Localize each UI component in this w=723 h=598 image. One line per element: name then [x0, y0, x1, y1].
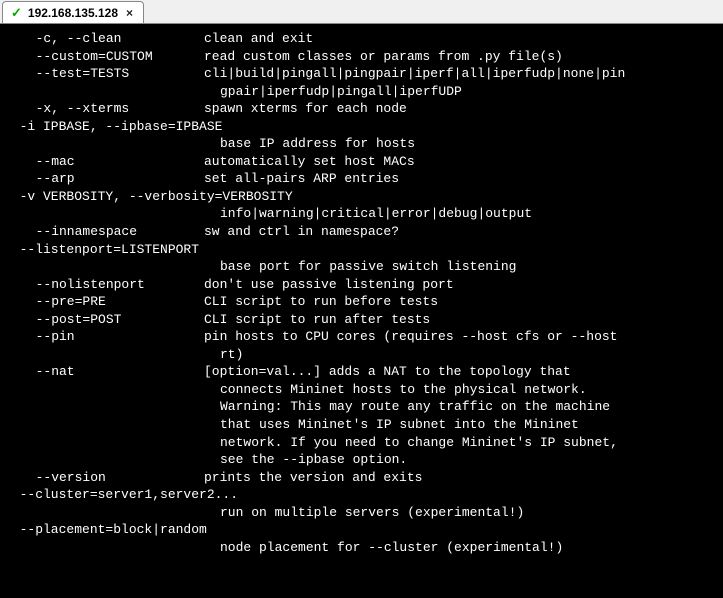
option-flag: --pin [4, 328, 204, 346]
option-description: clean and exit [204, 31, 313, 46]
option-description: network. If you need to change Mininet's… [220, 435, 618, 450]
option-flag: --arp [4, 170, 204, 188]
option-flag: --custom=CUSTOM [4, 48, 204, 66]
option-description: automatically set host MACs [204, 154, 415, 169]
option-description: gpair|iperfudp|pingall|iperfUDP [220, 84, 462, 99]
option-flag: --post=POST [4, 311, 204, 329]
option-description: run on multiple servers (experimental!) [220, 505, 524, 520]
terminal-line: --nat[option=val...] adds a NAT to the t… [4, 363, 719, 381]
terminal-line: --custom=CUSTOMread custom classes or pa… [4, 48, 719, 66]
terminal-line: -v VERBOSITY, --verbosity=VERBOSITY [4, 188, 719, 206]
terminal-line: --versionprints the version and exits [4, 469, 719, 487]
terminal-line: that uses Mininet's IP subnet into the M… [4, 416, 719, 434]
close-icon[interactable]: × [124, 6, 135, 20]
option-flag: --mac [4, 153, 204, 171]
terminal-line: --macautomatically set host MACs [4, 153, 719, 171]
option-description: prints the version and exits [204, 470, 422, 485]
terminal-line: --placement=block|random [4, 521, 719, 539]
terminal-line: gpair|iperfudp|pingall|iperfUDP [4, 83, 719, 101]
terminal-line: -c, --cleanclean and exit [4, 30, 719, 48]
connected-icon: ✓ [11, 6, 22, 19]
terminal-line: --pinpin hosts to CPU cores (requires --… [4, 328, 719, 346]
option-description: Warning: This may route any traffic on t… [220, 399, 610, 414]
option-description: don't use passive listening port [204, 277, 454, 292]
option-description: set all-pairs ARP entries [204, 171, 399, 186]
option-description: cli|build|pingall|pingpair|iperf|all|ipe… [204, 66, 625, 81]
option-flag: --innamespace [4, 223, 204, 241]
option-description: info|warning|critical|error|debug|output [220, 206, 532, 221]
terminal-line: Warning: This may route any traffic on t… [4, 398, 719, 416]
tab-title: 192.168.135.128 [28, 6, 118, 20]
option-description: CLI script to run after tests [204, 312, 430, 327]
terminal-line: --nolistenportdon't use passive listenin… [4, 276, 719, 294]
option-flag: -x, --xterms [4, 100, 204, 118]
option-description: rt) [220, 347, 243, 362]
option-description: spawn xterms for each node [204, 101, 407, 116]
terminal-line: --post=POSTCLI script to run after tests [4, 311, 719, 329]
mouse-cursor-icon: ↖ [0, 75, 10, 95]
terminal-line: --innamespacesw and ctrl in namespace? [4, 223, 719, 241]
option-flag: --version [4, 469, 204, 487]
option-flag: -c, --clean [4, 30, 204, 48]
option-description: read custom classes or params from .py f… [204, 49, 563, 64]
option-description: see the --ipbase option. [220, 452, 407, 467]
terminal-line: base port for passive switch listening [4, 258, 719, 276]
terminal-output[interactable]: -c, --cleanclean and exit --custom=CUSTO… [0, 24, 723, 598]
option-flag: --test=TESTS [4, 65, 204, 83]
option-description: base IP address for hosts [220, 136, 415, 151]
option-flag: --nat [4, 363, 204, 381]
terminal-line: --test=TESTScli|build|pingall|pingpair|i… [4, 65, 719, 83]
terminal-line: run on multiple servers (experimental!) [4, 504, 719, 522]
terminal-line: -i IPBASE, --ipbase=IPBASE [4, 118, 719, 136]
tab-active[interactable]: ✓ 192.168.135.128 × [2, 1, 144, 23]
option-description: node placement for --cluster (experiment… [220, 540, 563, 555]
terminal-line: base IP address for hosts [4, 135, 719, 153]
option-flag: --pre=PRE [4, 293, 204, 311]
option-description: sw and ctrl in namespace? [204, 224, 399, 239]
tab-bar: ✓ 192.168.135.128 × [0, 0, 723, 24]
option-description: [option=val...] adds a NAT to the topolo… [204, 364, 571, 379]
option-description: connects Mininet hosts to the physical n… [220, 382, 587, 397]
terminal-line: -x, --xtermsspawn xterms for each node [4, 100, 719, 118]
option-description: base port for passive switch listening [220, 259, 516, 274]
terminal-line: --pre=PRECLI script to run before tests [4, 293, 719, 311]
option-description: pin hosts to CPU cores (requires --host … [204, 329, 617, 344]
terminal-line: rt) [4, 346, 719, 364]
terminal-line: network. If you need to change Mininet's… [4, 434, 719, 452]
terminal-line: connects Mininet hosts to the physical n… [4, 381, 719, 399]
terminal-line: see the --ipbase option. [4, 451, 719, 469]
terminal-line: node placement for --cluster (experiment… [4, 539, 719, 557]
terminal-line: --cluster=server1,server2... [4, 486, 719, 504]
terminal-line: info|warning|critical|error|debug|output [4, 205, 719, 223]
option-description: CLI script to run before tests [204, 294, 438, 309]
terminal-line: --arpset all-pairs ARP entries [4, 170, 719, 188]
option-flag: --nolistenport [4, 276, 204, 294]
terminal-line: --listenport=LISTENPORT [4, 241, 719, 259]
option-description: that uses Mininet's IP subnet into the M… [220, 417, 579, 432]
